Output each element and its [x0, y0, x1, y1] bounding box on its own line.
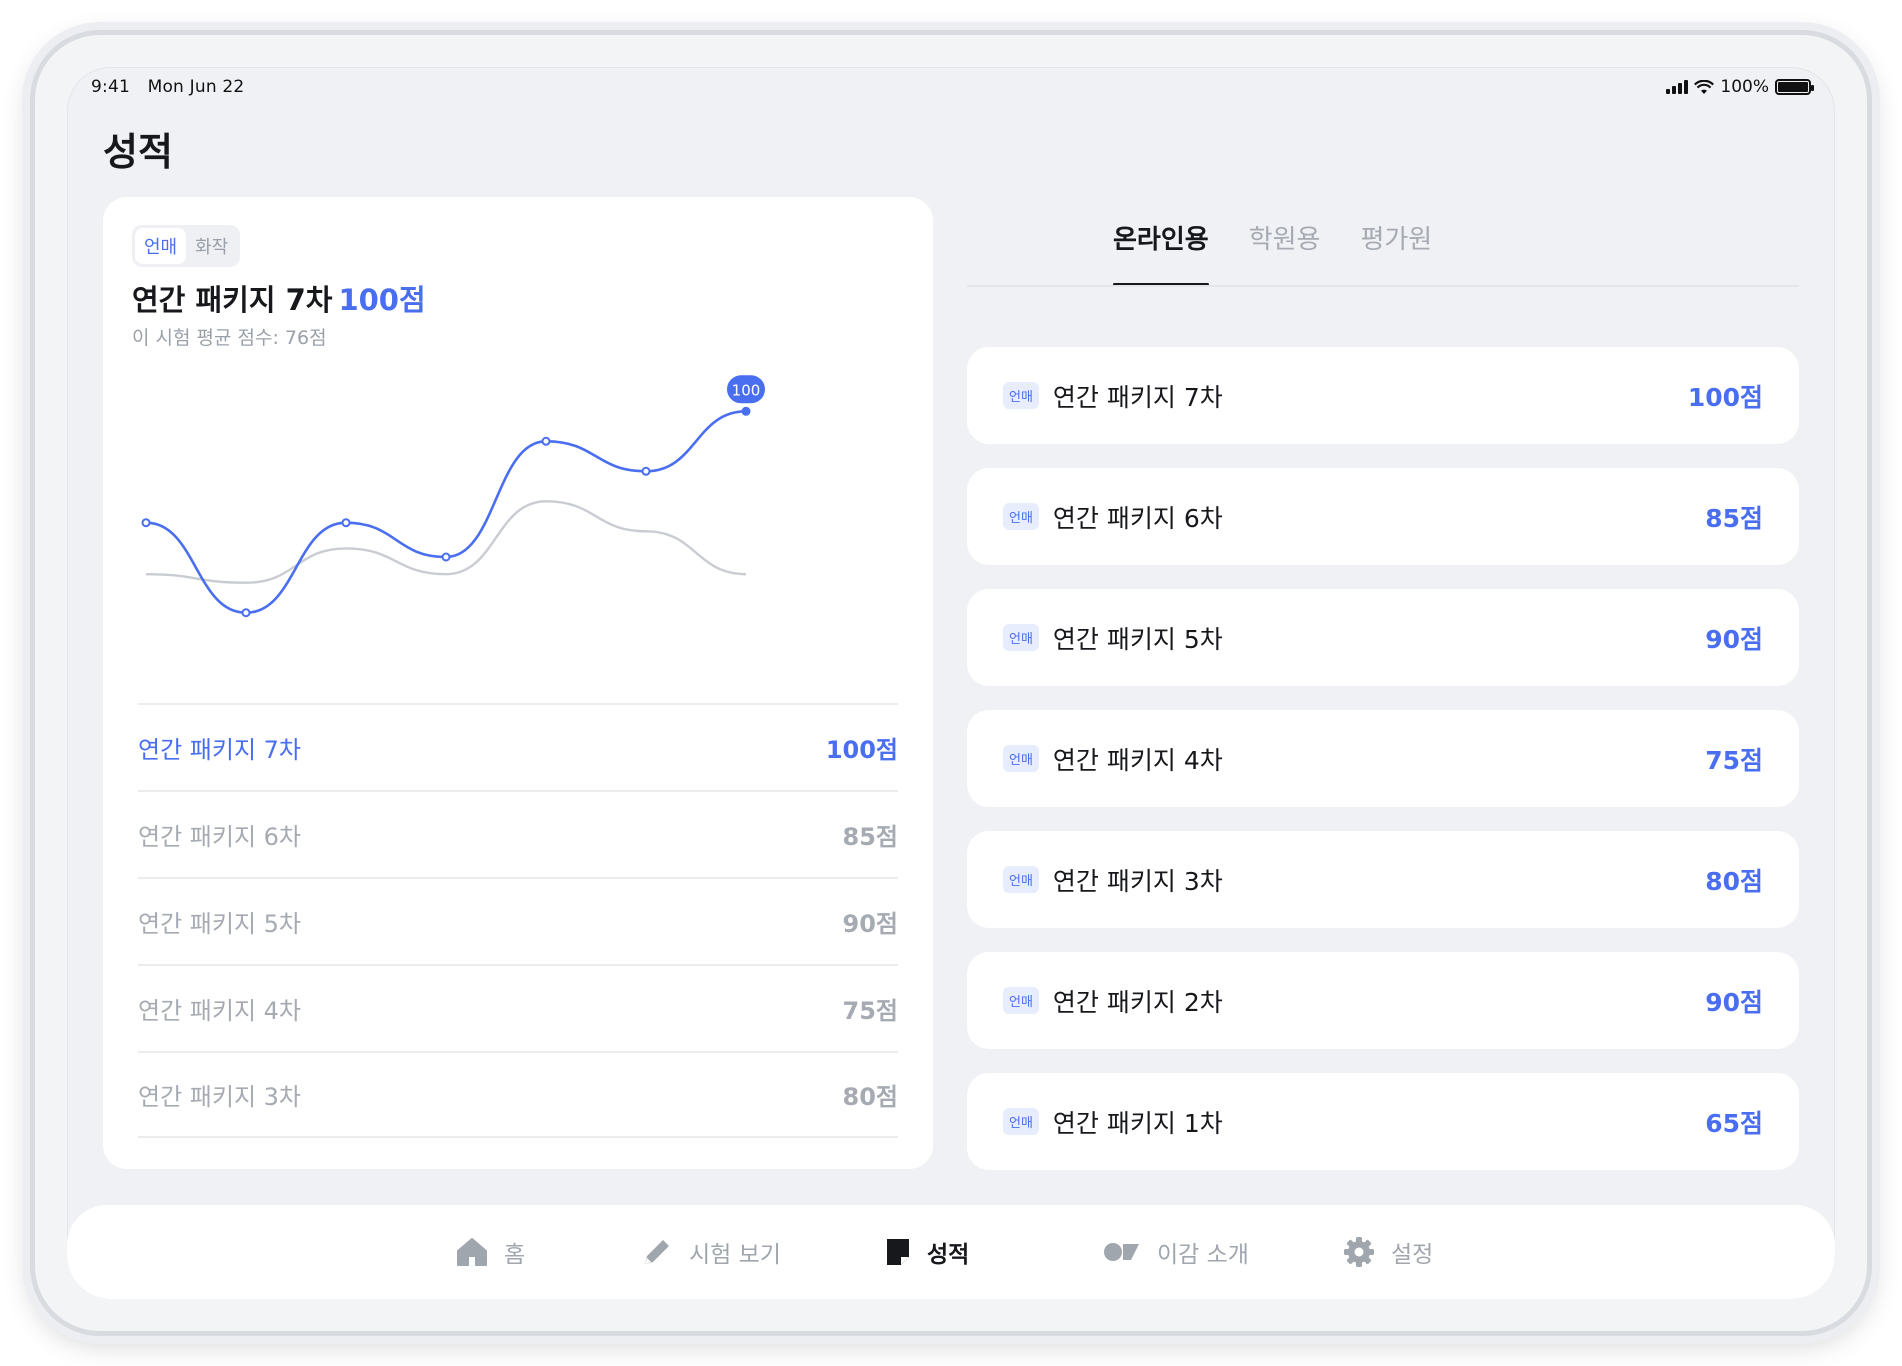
exam-score: 75점	[1705, 745, 1763, 775]
tabs-divider	[967, 285, 1799, 287]
tabbar-intro[interactable]: 이감 소개	[1103, 1235, 1249, 1269]
score-row[interactable]: 연간 패키지 7차 100점	[138, 703, 898, 790]
subject-badge: 언매	[1003, 1108, 1039, 1135]
score-row[interactable]: 연간 패키지 3차 80점	[138, 1051, 898, 1138]
selected-exam-name: 연간 패키지 7차	[132, 283, 333, 317]
segment-hwajak[interactable]: 화작	[186, 228, 237, 264]
score-row-name: 연간 패키지 6차	[138, 823, 302, 851]
home-icon	[457, 1238, 487, 1266]
score-row-name: 연간 패키지 7차	[138, 736, 302, 764]
score-data-point[interactable]	[141, 518, 151, 528]
tabbar-settings-label: 설정	[1391, 1242, 1434, 1268]
tabbar-grade-label: 성적	[927, 1242, 970, 1268]
average-series-line	[145, 500, 747, 584]
exam-name: 연간 패키지 5차	[1052, 624, 1223, 654]
subject-badge: 언매	[1003, 987, 1039, 1014]
exam-name: 연간 패키지 7차	[1052, 382, 1223, 412]
tabbar-home[interactable]: 홈	[456, 1235, 525, 1269]
source-tabs: 온라인용 학원용 평가원	[1113, 219, 1452, 286]
highlighted-data-point[interactable]	[742, 407, 750, 416]
score-data-point[interactable]	[441, 552, 451, 562]
selected-exam-title: 연간 패키지 7차 100점	[132, 277, 426, 319]
score-row-value: 75점	[842, 997, 898, 1025]
exam-name: 연간 패키지 6차	[1052, 503, 1223, 533]
gear-icon	[1344, 1237, 1374, 1267]
page-title: 성적	[103, 130, 173, 174]
app-screen: 9:41 Mon Jun 22 100% 성적 언매 화작 연간 패키지 7차 1…	[67, 67, 1835, 1299]
battery-percent: 100%	[1720, 77, 1769, 97]
average-score-text: 이 시험 평균 점수: 76점	[132, 327, 327, 349]
score-row[interactable]: 연간 패키지 6차 85점	[138, 790, 898, 877]
status-time: 9:41	[91, 77, 130, 97]
exam-card[interactable]: 언매 연간 패키지 5차 90점	[967, 589, 1799, 686]
score-line-chart: 100	[141, 375, 765, 618]
tabbar-grade[interactable]: 성적	[885, 1235, 969, 1269]
cellular-signal-icon	[1666, 80, 1689, 94]
score-row[interactable]: 연간 패키지 5차 90점	[138, 877, 898, 964]
subject-badge: 언매	[1003, 866, 1039, 893]
tabbar-home-label: 홈	[504, 1242, 526, 1268]
score-data-point[interactable]	[241, 608, 251, 618]
exam-card[interactable]: 언매 연간 패키지 6차 85점	[967, 468, 1799, 565]
segment-eonmae[interactable]: 언매	[135, 228, 187, 264]
score-data-point[interactable]	[341, 518, 351, 528]
subject-badge: 언매	[1003, 382, 1039, 409]
score-row-name: 연간 패키지 3차	[138, 1083, 302, 1111]
exam-card[interactable]: 언매 연간 패키지 1차 65점	[967, 1073, 1799, 1170]
exam-score: 90점	[1705, 624, 1763, 654]
subject-badge: 언매	[1003, 624, 1039, 651]
subject-badge: 언매	[1003, 745, 1039, 772]
subject-badge: 언매	[1003, 503, 1039, 530]
battery-icon	[1775, 79, 1814, 95]
wifi-icon	[1694, 79, 1715, 94]
score-row-value: 100점	[825, 736, 898, 764]
score-tooltip-label: 100	[732, 381, 761, 399]
tab-kice[interactable]: 평가원	[1340, 219, 1452, 286]
score-row[interactable]: 연간 패키지 4차 75점	[138, 964, 898, 1051]
intro-icon	[1104, 1243, 1139, 1261]
exam-card[interactable]: 언매 연간 패키지 3차 80점	[967, 831, 1799, 928]
score-detail-card: 언매 화작 연간 패키지 7차 100점 이 시험 평균 점수: 76점 100 …	[103, 197, 933, 1169]
exam-list: 언매 연간 패키지 7차 100점 언매 연간 패키지 6차 85점 언매 연간…	[967, 347, 1799, 1194]
subject-segmented-control: 언매 화작	[132, 225, 241, 267]
exam-name: 연간 패키지 2차	[1052, 987, 1223, 1017]
tabbar-exam[interactable]: 시험 보기	[641, 1235, 781, 1269]
exam-name: 연간 패키지 1차	[1052, 1108, 1223, 1138]
status-date: Mon Jun 22	[147, 77, 245, 97]
grade-icon	[887, 1239, 909, 1265]
selected-exam-score: 100점	[338, 283, 426, 317]
exam-score: 100점	[1687, 382, 1763, 412]
tabbar-settings[interactable]: 설정	[1343, 1235, 1433, 1269]
score-row-value: 85점	[842, 823, 898, 851]
score-row-name: 연간 패키지 4차	[138, 997, 302, 1025]
tabbar-exam-label: 시험 보기	[689, 1242, 781, 1268]
tabbar-intro-label: 이감 소개	[1157, 1242, 1249, 1268]
score-data-point[interactable]	[641, 466, 651, 476]
exam-score: 85점	[1705, 503, 1763, 533]
exam-score: 80점	[1705, 866, 1763, 896]
score-data-point[interactable]	[541, 436, 551, 446]
score-row-name: 연간 패키지 5차	[138, 910, 302, 938]
exam-name: 연간 패키지 4차	[1052, 745, 1223, 775]
exam-card[interactable]: 언매 연간 패키지 7차 100점	[967, 347, 1799, 444]
score-row-value: 90점	[842, 910, 898, 938]
status-bar: 9:41 Mon Jun 22 100%	[67, 67, 1835, 115]
tab-online[interactable]: 온라인용	[1113, 219, 1229, 286]
tab-academy[interactable]: 학원용	[1229, 219, 1341, 286]
pencil-icon	[645, 1240, 669, 1264]
score-row-value: 80점	[842, 1083, 898, 1111]
exam-card[interactable]: 언매 연간 패키지 4차 75점	[967, 710, 1799, 807]
score-history-list: 연간 패키지 7차 100점 연간 패키지 6차 85점 연간 패키지 5차 9…	[138, 703, 898, 1138]
exam-score: 65점	[1705, 1108, 1763, 1138]
exam-score: 90점	[1705, 987, 1763, 1017]
bottom-tab-bar: 홈 시험 보기 성적 이감 소개 설정	[67, 1205, 1835, 1299]
exam-card[interactable]: 언매 연간 패키지 2차 90점	[967, 952, 1799, 1049]
exam-name: 연간 패키지 3차	[1052, 866, 1223, 896]
